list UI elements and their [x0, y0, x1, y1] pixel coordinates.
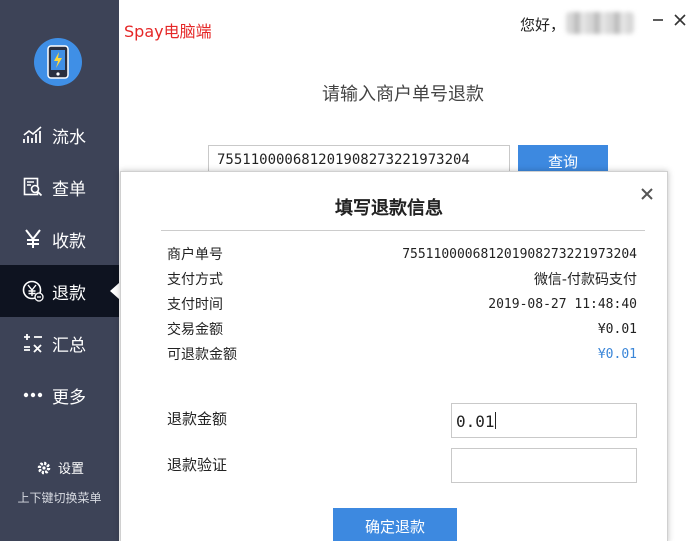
confirm-refund-button[interactable]: 确定退款 — [333, 508, 457, 541]
info-value: 2019-08-27 11:48:40 — [488, 296, 637, 312]
minimize-icon — [653, 19, 663, 21]
username-blurred — [566, 12, 634, 34]
refund-amount-input[interactable]: 0.01 — [451, 403, 637, 438]
summary-icon — [22, 332, 44, 354]
sidebar-item-label: 更多 — [52, 387, 86, 408]
info-label: 可退款金额 — [167, 347, 237, 363]
app-logo — [34, 38, 82, 86]
info-value: 755110000681201908273221973204 — [402, 246, 637, 262]
greeting: 您好， — [520, 16, 566, 34]
info-label: 商户单号 — [167, 247, 223, 263]
close-icon — [674, 14, 686, 26]
sidebar-item-label: 收款 — [52, 231, 86, 252]
close-icon — [641, 188, 653, 200]
refund-yen-icon — [22, 280, 44, 302]
yen-icon — [22, 228, 44, 250]
refund-amount-value: 0.01 — [456, 412, 495, 431]
info-row-amount: 交易金额 ¥0.01 — [167, 318, 637, 340]
sidebar-item-summary[interactable]: 汇总 — [0, 317, 119, 369]
sidebar-item-flow[interactable]: 流水 — [0, 109, 119, 161]
settings-label: 设置 — [58, 462, 85, 477]
dialog-close-button[interactable] — [637, 184, 657, 204]
menu-hint: 上下键切换菜单 — [17, 491, 102, 505]
sidebar-item-more[interactable]: 更多 — [0, 369, 119, 421]
sidebar-item-label: 流水 — [52, 127, 86, 148]
refund-verify-label: 退款验证 — [167, 456, 228, 474]
close-window-button[interactable] — [670, 10, 690, 30]
sidebar-item-refund[interactable]: 退款 — [0, 265, 119, 317]
info-value: ¥0.01 — [597, 321, 637, 337]
refund-amount-label: 退款金额 — [167, 410, 228, 428]
info-label: 支付时间 — [167, 297, 223, 313]
sidebar: 流水 查单 收款 退款 汇总 更多 设置 上下键切换菜单 — [0, 0, 119, 541]
info-row-pay-time: 支付时间 2019-08-27 11:48:40 — [167, 293, 637, 315]
dialog-title: 填写退款信息 — [335, 198, 443, 219]
app-title: Spay电脑端 — [124, 22, 212, 41]
sidebar-item-label: 退款 — [52, 283, 86, 304]
sidebar-item-label: 查单 — [52, 179, 86, 200]
more-dots-icon — [22, 384, 44, 406]
minimize-button[interactable] — [648, 10, 668, 30]
chart-line-icon — [22, 124, 44, 146]
phone-logo-icon — [47, 45, 69, 79]
page-title: 请输入商户单号退款 — [322, 84, 484, 105]
settings-button[interactable]: 设置 — [36, 458, 84, 477]
info-value-refundable: ¥0.01 — [597, 346, 637, 362]
sidebar-item-label: 汇总 — [52, 335, 86, 356]
gear-icon — [36, 460, 52, 476]
info-value: 微信-付款码支付 — [533, 272, 637, 288]
text-cursor — [494, 412, 496, 429]
info-row-pay-method: 支付方式 微信-付款码支付 — [167, 268, 637, 290]
refund-dialog: 填写退款信息 商户单号 7551100006812019082732219732… — [120, 171, 668, 541]
sidebar-item-query[interactable]: 查单 — [0, 161, 119, 213]
refund-verify-input[interactable] — [451, 448, 637, 483]
sidebar-item-collect[interactable]: 收款 — [0, 213, 119, 265]
info-row-order: 商户单号 755110000681201908273221973204 — [167, 243, 637, 265]
divider — [161, 230, 645, 231]
info-label: 交易金额 — [167, 322, 223, 338]
info-row-refundable: 可退款金额 ¥0.01 — [167, 343, 637, 365]
search-document-icon — [22, 176, 44, 198]
info-label: 支付方式 — [167, 272, 223, 288]
